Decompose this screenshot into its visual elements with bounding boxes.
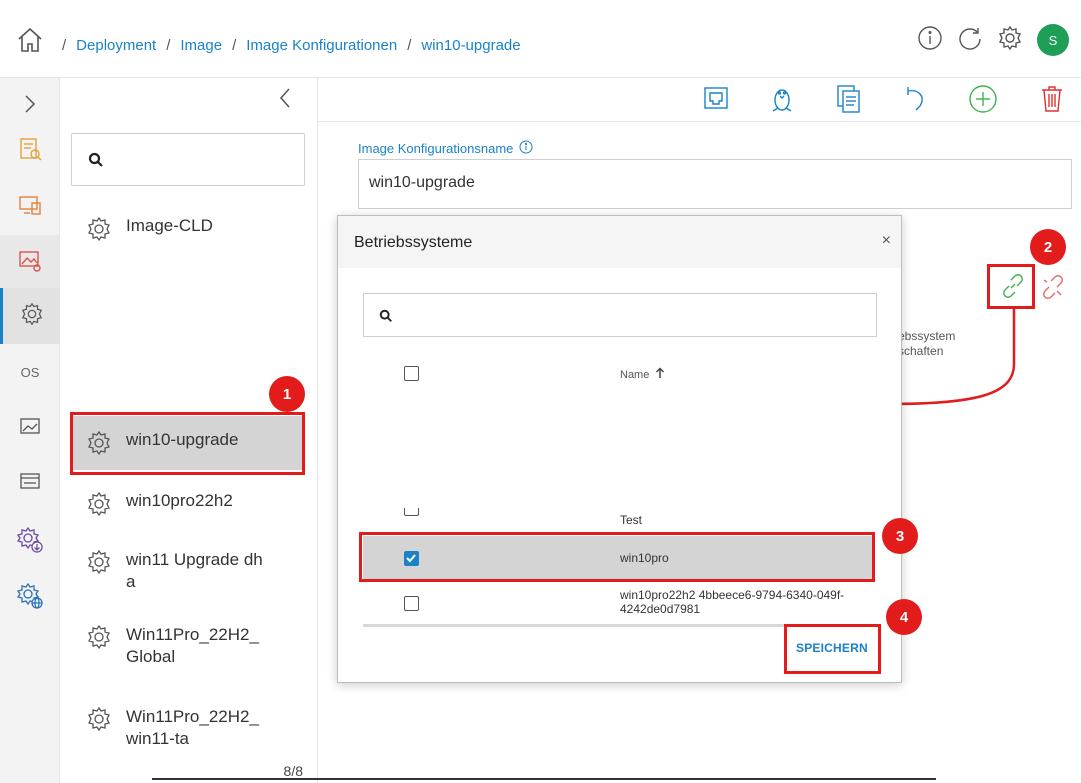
picture-icon: [19, 416, 41, 441]
dialog-search-input[interactable]: [363, 293, 877, 337]
gear-globe-icon: [16, 582, 44, 615]
refresh-icon[interactable]: [957, 25, 983, 56]
select-all-checkbox[interactable]: [404, 366, 419, 381]
rail-reports[interactable]: [0, 123, 60, 179]
dialog-title: Betriebssysteme: [354, 234, 473, 251]
gear-icon: [86, 216, 112, 247]
list-search-input[interactable]: [71, 133, 305, 186]
breadcrumb-current[interactable]: win10-upgrade: [421, 37, 520, 54]
rail-os[interactable]: OS: [0, 344, 60, 400]
step-badge-4: 4: [886, 599, 922, 635]
rail-os-label: OS: [20, 364, 40, 380]
close-icon[interactable]: ×: [882, 232, 891, 250]
gear-download-icon: [16, 526, 44, 559]
breadcrumb-deployment[interactable]: Deployment: [76, 37, 156, 54]
pager: 8/8: [283, 763, 303, 779]
config-name-input[interactable]: win10-upgrade: [358, 159, 1072, 209]
step-badge-3: 3: [882, 518, 918, 554]
undo-icon[interactable]: [902, 84, 930, 119]
report-icon: [17, 136, 43, 167]
table-row-name: Test: [620, 513, 643, 527]
trash-icon[interactable]: [1040, 84, 1064, 119]
avatar[interactable]: S: [1037, 24, 1069, 56]
highlight-box-1: [70, 412, 305, 475]
gear-settings-icon: [20, 302, 44, 331]
network-port-icon[interactable]: [702, 84, 730, 117]
arrow-up-icon: [655, 367, 665, 382]
top-header: / Deployment / Image / Image Konfigurati…: [0, 0, 1081, 78]
rail-gear-download[interactable]: [0, 514, 60, 570]
image-gear-icon: [17, 248, 43, 279]
search-icon: [379, 309, 393, 328]
home-icon[interactable]: [16, 26, 44, 59]
left-rail: OS: [0, 78, 60, 783]
gear-icon: [86, 706, 112, 738]
unlink-icon: [1040, 275, 1066, 304]
column-header-name[interactable]: Name: [620, 367, 665, 382]
gear-icon[interactable]: [997, 25, 1023, 56]
highlight-box-4: [784, 624, 881, 674]
toolbar: [318, 78, 1081, 122]
highlight-box-2: [987, 264, 1035, 309]
rail-window[interactable]: [0, 455, 60, 511]
devices-icon: [17, 192, 43, 223]
highlight-box-3: [359, 532, 875, 582]
list-item[interactable]: win11 Upgrade dh a: [72, 543, 302, 599]
linux-penguin-icon[interactable]: [768, 84, 796, 119]
gear-icon: [86, 549, 112, 581]
chevron-right-icon: [22, 93, 38, 120]
list-item[interactable]: Win11Pro_22H2_ win11-ta: [72, 700, 304, 756]
table-row-name: win10pro22h2 4bbeece6-9794-6340-049f-424…: [620, 588, 845, 616]
operating-systems-dialog: Betriebssysteme × Name Test win10pro win…: [337, 215, 902, 683]
row-checkbox[interactable]: [404, 596, 419, 611]
dialog-header: Betriebssysteme ×: [338, 216, 901, 268]
row-checkbox-partial[interactable]: [404, 508, 419, 516]
breadcrumb-image[interactable]: Image: [180, 37, 222, 54]
info-icon[interactable]: [519, 140, 533, 157]
collapse-panel-button[interactable]: [278, 86, 292, 115]
info-icon[interactable]: [917, 25, 943, 56]
breadcrumb-image-configurations[interactable]: Image Konfigurationen: [246, 37, 397, 54]
gear-icon: [86, 491, 112, 522]
rail-images[interactable]: [0, 235, 60, 291]
bottom-divider: [152, 778, 936, 780]
list-item[interactable]: Image-CLD: [72, 210, 304, 253]
step-badge-1: 1: [269, 376, 305, 412]
list-item[interactable]: Win11Pro_22H2_ Global: [72, 618, 304, 674]
breadcrumb: / Deployment / Image / Image Konfigurati…: [62, 37, 521, 54]
window-icon: [19, 471, 41, 496]
gear-icon: [86, 624, 112, 656]
copy-document-icon[interactable]: [834, 84, 862, 119]
add-icon[interactable]: [968, 84, 998, 119]
header-actions: S: [917, 24, 1069, 56]
rail-image-configurations[interactable]: [0, 288, 60, 344]
rail-image-gallery[interactable]: [0, 400, 60, 456]
config-name-label: Image Konfigurationsname: [358, 140, 533, 157]
unlink-os-button[interactable]: [1040, 274, 1066, 305]
list-item[interactable]: win10pro22h2: [72, 485, 304, 528]
step-badge-2: 2: [1030, 229, 1066, 265]
rail-gear-global[interactable]: [0, 570, 60, 626]
search-icon: [88, 152, 104, 173]
rail-devices[interactable]: [0, 179, 60, 235]
